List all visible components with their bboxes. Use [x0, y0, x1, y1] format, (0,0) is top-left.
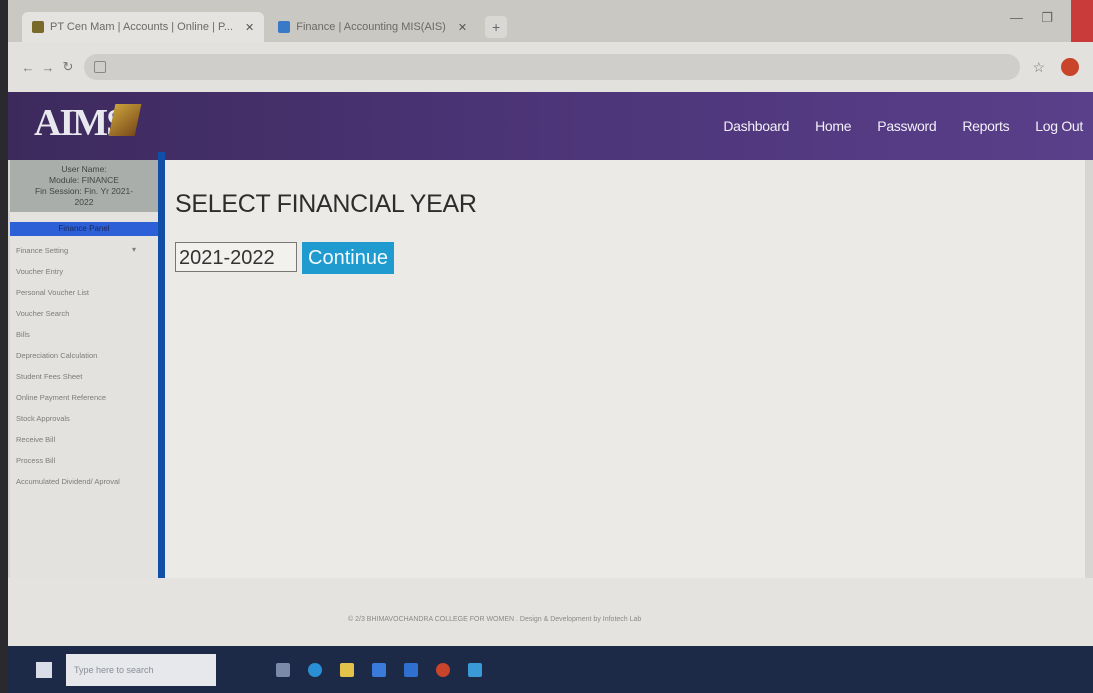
sidebar-item-receive-bill[interactable]: Receive Bill	[10, 429, 158, 450]
nav-home[interactable]: Home	[815, 118, 851, 134]
page-footer: © 2/3 BHIMAVOCHANDRA COLLEGE FOR WOMEN .…	[8, 578, 1093, 646]
sidebar-divider	[158, 152, 165, 578]
chevron-down-icon: ▾	[131, 245, 136, 254]
page-title: SELECT FINANCIAL YEAR	[175, 190, 477, 218]
address-bar[interactable]	[84, 54, 1021, 80]
tab-label: PT Cen Mam | Accounts | Online | P...	[50, 21, 234, 33]
tab-favicon-icon	[32, 21, 44, 33]
forward-icon[interactable]: →	[38, 60, 58, 75]
app-logo[interactable]: AIMS	[34, 100, 142, 146]
nav-dashboard[interactable]: Dashboard	[723, 118, 789, 134]
nav-password[interactable]: Password	[877, 118, 936, 134]
os-taskbar: Type here to search	[8, 646, 1093, 693]
edge-browser-icon[interactable]	[308, 662, 322, 677]
lock-icon	[94, 61, 106, 73]
sidebar-item-stock-approvals[interactable]: Stock Approvals	[10, 408, 158, 429]
taskbar-search[interactable]: Type here to search	[66, 653, 216, 686]
session-year-line: 2022	[74, 197, 94, 207]
browser-tab[interactable]: Finance | Accounting MIS(AIS) ✕	[268, 12, 477, 42]
user-name-line: User Name:	[61, 164, 107, 174]
sidebar-item-finance-setting[interactable]: Finance Setting ▾	[10, 240, 158, 261]
user-info-box: User Name: Module: FINANCE Fin Session: …	[10, 160, 158, 212]
task-view-icon[interactable]	[276, 662, 290, 677]
reload-icon[interactable]: ↻	[58, 59, 78, 75]
extension-icon[interactable]	[1061, 58, 1079, 76]
sidebar-item-voucher-entry[interactable]: Voucher Entry	[10, 261, 158, 282]
store-icon[interactable]	[372, 662, 386, 677]
logo-emblem-icon	[108, 104, 142, 136]
tab-close-icon[interactable]: ✕	[458, 21, 467, 34]
new-tab-button[interactable]: +	[485, 16, 508, 38]
file-explorer-icon[interactable]	[340, 662, 354, 677]
nav-reports[interactable]: Reports	[962, 118, 1009, 134]
minimize-icon[interactable]: —	[1010, 10, 1023, 25]
continue-button[interactable]: Continue	[302, 242, 395, 274]
sidebar-item-voucher-search[interactable]: Voucher Search	[10, 303, 158, 324]
bookmark-star-icon[interactable]: ☆	[1032, 59, 1045, 76]
panel-header: Finance Panel	[10, 222, 158, 236]
tab-favicon-icon	[278, 21, 291, 33]
browser-tab-bar: PT Cen Mam | Accounts | Online | P... ✕ …	[8, 0, 1093, 42]
tab-label: Finance | Accounting MIS(AIS)	[296, 21, 446, 33]
sidebar-item-accumulated-dividend[interactable]: Accumulated Dividend/ Aproval	[10, 471, 158, 492]
chrome-icon[interactable]	[436, 662, 450, 677]
footer-text: © 2/3 BHIMAVOCHANDRA COLLEGE FOR WOMEN .…	[348, 616, 642, 623]
back-icon[interactable]: ←	[18, 60, 38, 75]
sidebar-item-student-fees[interactable]: Student Fees Sheet	[10, 366, 158, 387]
taskbar-search-placeholder: Type here to search	[74, 664, 154, 675]
app-header: AIMS Dashboard Home Password Reports Log…	[8, 92, 1093, 160]
sidebar-menu: Finance Setting ▾ Voucher Entry Personal…	[10, 240, 158, 492]
module-line: Module: FINANCE	[49, 175, 119, 185]
restore-icon[interactable]: ❐	[1041, 10, 1053, 26]
browser-toolbar: ← → ↻ ☆	[8, 42, 1093, 92]
session-line: Fin Session: Fin. Yr 2021-	[34, 186, 134, 196]
financial-year-select[interactable]: 2021-2022	[175, 242, 297, 272]
sidebar-item-personal-voucher-list[interactable]: Personal Voucher List	[10, 282, 158, 303]
tab-close-icon[interactable]: ✕	[245, 21, 254, 34]
windows-start-icon[interactable]	[36, 661, 52, 678]
sidebar-item-depreciation[interactable]: Depreciation Calculation	[10, 345, 158, 366]
sidebar: User Name: Module: FINANCE Fin Session: …	[10, 160, 158, 578]
sidebar-item-bills[interactable]: Bills	[10, 324, 158, 345]
nav-logout[interactable]: Log Out	[1035, 118, 1083, 134]
close-window-button[interactable]	[1071, 0, 1093, 42]
top-nav: Dashboard Home Password Reports Log Out	[723, 92, 1093, 160]
sidebar-item-online-payment[interactable]: Online Payment Reference	[10, 387, 158, 408]
mail-icon[interactable]	[404, 662, 418, 677]
browser-tab-active[interactable]: PT Cen Mam | Accounts | Online | P... ✕	[22, 12, 265, 42]
monitor-screen: PT Cen Mam | Accounts | Online | P... ✕ …	[8, 0, 1093, 693]
sidebar-item-process-bill[interactable]: Process Bill	[10, 450, 158, 471]
main-content: SELECT FINANCIAL YEAR 2021-2022 Continue	[165, 160, 1085, 578]
sidebar-item-label: Finance Setting	[16, 246, 69, 255]
app-icon[interactable]	[468, 662, 482, 677]
